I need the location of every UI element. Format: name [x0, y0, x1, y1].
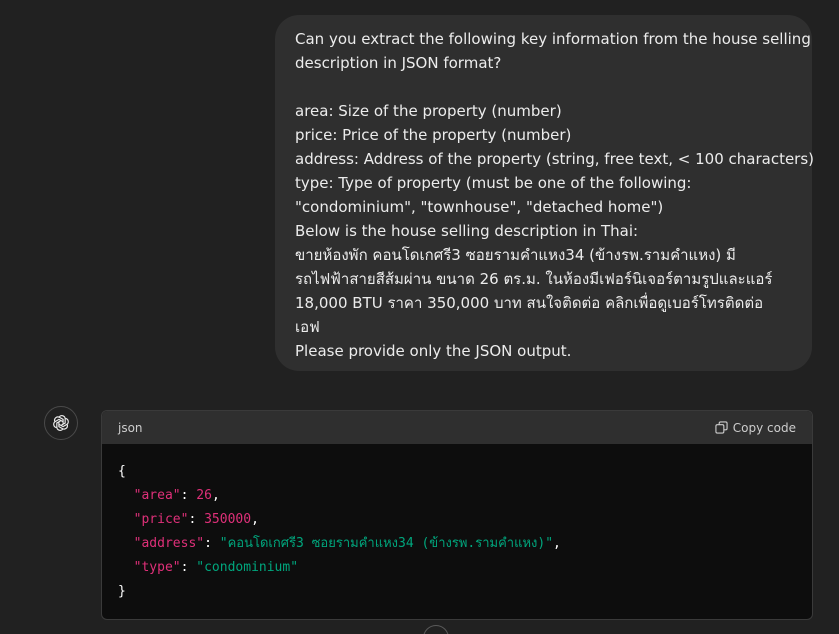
user-message-line: area: Size of the property (number)	[295, 102, 562, 120]
user-message-line: description in JSON format?	[295, 54, 502, 72]
assistant-avatar	[44, 406, 78, 440]
json-key: "price"	[133, 512, 189, 527]
code-block-header: json Copy code	[102, 411, 812, 444]
user-message-line: price: Price of the property (number)	[295, 126, 572, 144]
code-block: json Copy code { "area": 26, "price": 35…	[101, 410, 813, 620]
user-message-line: type: Type of property (must be one of t…	[295, 174, 692, 192]
user-message-line: รถไฟฟ้าสายสีส้มผ่าน ขนาด 26 ตร.ม. ในห้อง…	[295, 270, 773, 288]
json-key: "area"	[133, 488, 181, 503]
json-value: 350000	[204, 512, 252, 527]
chat-page: Can you extract the following key inform…	[0, 0, 839, 634]
user-message-line: Please provide only the JSON output.	[295, 342, 572, 360]
code-open-brace: {	[118, 464, 126, 479]
code-line: "area": 26,	[133, 488, 220, 503]
json-key: "type"	[133, 560, 181, 575]
code-line: "type": "condominium"	[133, 560, 299, 575]
json-value: "คอนโดเกศรี3 ซอยรามคำแหง34 (ข้างรพ.รามคำ…	[219, 536, 554, 551]
user-message-line: เอฟ	[295, 318, 320, 336]
copy-icon	[715, 421, 728, 434]
user-message-line: "condominium", "townhouse", "detached ho…	[295, 198, 664, 216]
user-message-line: Can you extract the following key inform…	[295, 30, 811, 48]
user-message-line: Below is the house selling description i…	[295, 222, 639, 240]
openai-logo-icon	[53, 415, 69, 431]
scroll-down-button[interactable]	[423, 625, 449, 634]
code-line: "address": "คอนโดเกศรี3 ซอยรามคำแหง34 (ข…	[133, 536, 561, 551]
user-message-line: ขายห้องพัก คอนโดเกศรี3 ซอยรามคำแหง34 (ข้…	[295, 246, 736, 264]
json-value: "condominium"	[196, 560, 299, 575]
user-message-bubble: Can you extract the following key inform…	[275, 15, 815, 371]
user-message-line: 18,000 BTU ราคา 350,000 บาท สนใจติดต่อ ค…	[295, 294, 764, 312]
json-value: 26	[196, 488, 212, 503]
user-message-line: address: Address of the property (string…	[295, 150, 815, 168]
user-message-line	[295, 75, 796, 99]
copy-code-button[interactable]: Copy code	[715, 421, 796, 435]
code-line: "price": 350000,	[133, 512, 259, 527]
code-language-label: json	[118, 420, 143, 435]
json-key: "address"	[133, 536, 205, 551]
code-close-brace: }	[118, 584, 126, 599]
copy-code-label: Copy code	[732, 420, 796, 435]
code-content: { "area": 26, "price": 350000, "address"…	[102, 444, 812, 619]
